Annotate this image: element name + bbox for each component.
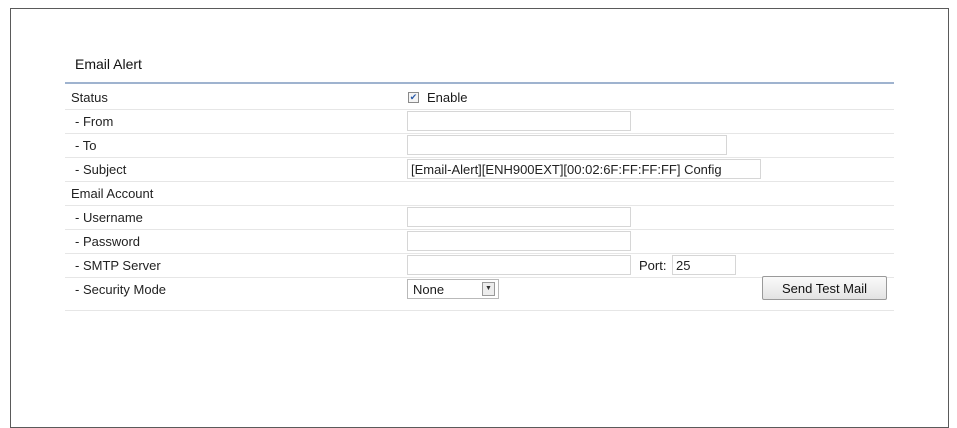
- password-row: - Password: [65, 230, 894, 254]
- email-account-row: Email Account: [65, 182, 894, 206]
- username-row: - Username: [65, 206, 894, 230]
- email-account-label: Email Account: [71, 186, 154, 201]
- send-test-mail-button[interactable]: Send Test Mail: [762, 276, 887, 300]
- username-input[interactable]: [407, 207, 631, 227]
- port-label: Port:: [639, 258, 667, 273]
- security-mode-row: - Security Mode None ▼ Send Test Mail: [65, 276, 894, 311]
- to-row: - To: [65, 134, 894, 158]
- port-input[interactable]: [672, 255, 736, 275]
- title-divider: [65, 82, 894, 84]
- smtp-server-input[interactable]: [407, 255, 631, 275]
- enable-checkbox[interactable]: ✔: [408, 92, 419, 103]
- status-row: Status ✔ Enable: [65, 86, 894, 110]
- from-input[interactable]: [407, 111, 631, 131]
- security-mode-label: - Security Mode: [75, 282, 167, 297]
- subject-input[interactable]: [407, 159, 761, 179]
- to-input[interactable]: [407, 135, 727, 155]
- security-mode-select[interactable]: None ▼: [407, 279, 499, 299]
- from-row: - From: [65, 110, 894, 134]
- subject-row: - Subject: [65, 158, 894, 182]
- from-label: - From: [75, 114, 114, 129]
- smtp-server-label: - SMTP Server: [75, 258, 161, 273]
- enable-checkbox-label: Enable: [427, 90, 468, 105]
- section-title: Email Alert: [75, 56, 142, 72]
- password-input[interactable]: [407, 231, 631, 251]
- security-mode-selected: None: [413, 282, 445, 297]
- password-label: - Password: [75, 234, 141, 249]
- to-label: - To: [75, 138, 97, 153]
- username-label: - Username: [75, 210, 143, 225]
- smtp-server-row: - SMTP Server Port:: [65, 254, 894, 278]
- chevron-down-icon[interactable]: ▼: [482, 282, 495, 296]
- status-label: Status: [71, 90, 108, 105]
- subject-label: - Subject: [75, 162, 127, 177]
